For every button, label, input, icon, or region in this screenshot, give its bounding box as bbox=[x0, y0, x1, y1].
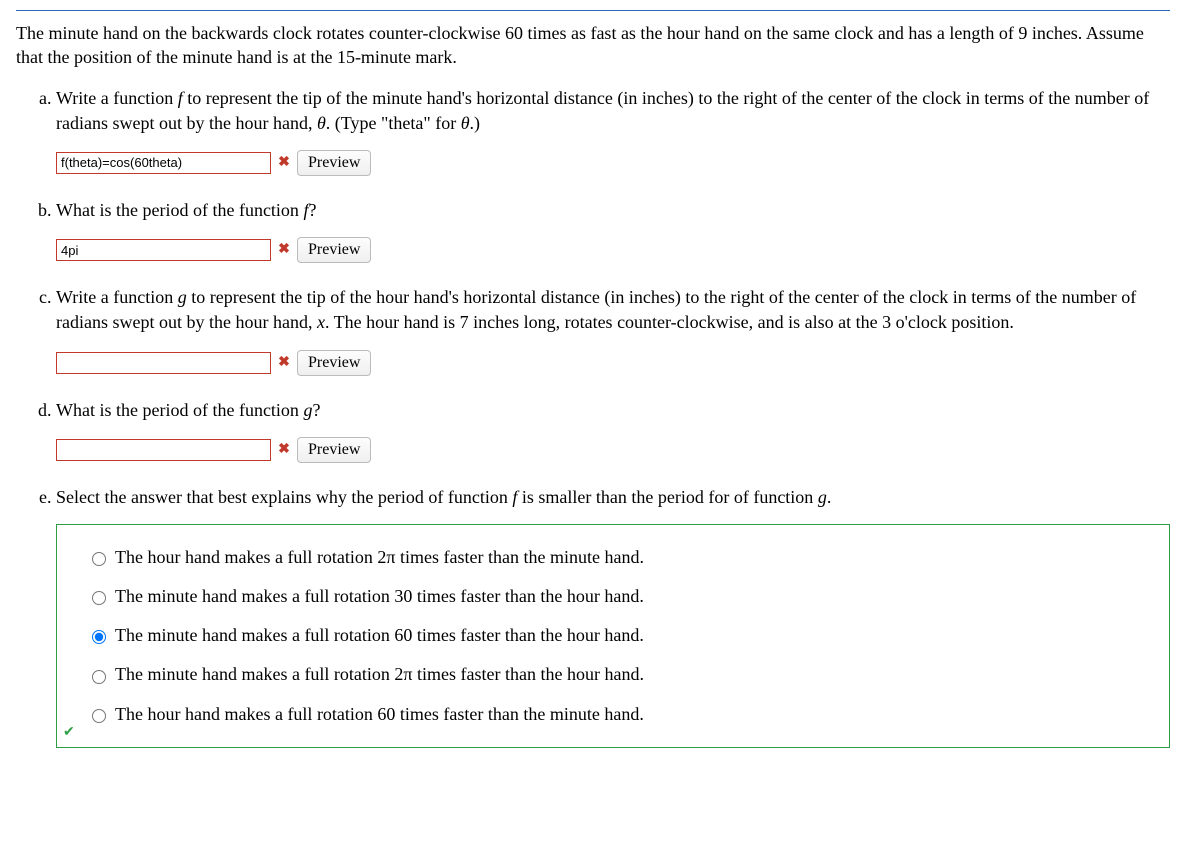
choice-label: The minute hand makes a full rotation 2π… bbox=[115, 662, 644, 687]
choice-label: The minute hand makes a full rotation 60… bbox=[115, 623, 644, 648]
part-c-input[interactable] bbox=[56, 352, 271, 374]
part-d-text: What is the period of the function g? bbox=[56, 400, 320, 420]
preview-button[interactable]: Preview bbox=[297, 150, 371, 176]
wrong-icon: ✖ bbox=[277, 440, 291, 460]
choice-radio-3[interactable] bbox=[92, 670, 106, 684]
part-e: Select the answer that best explains why… bbox=[56, 485, 1170, 748]
choice-row[interactable]: The minute hand makes a full rotation 2π… bbox=[87, 662, 1139, 687]
choice-radio-4[interactable] bbox=[92, 709, 106, 723]
wrong-icon: ✖ bbox=[277, 353, 291, 373]
part-b-input[interactable] bbox=[56, 239, 271, 261]
part-d: What is the period of the function g? ✖ … bbox=[56, 398, 1170, 463]
choice-row[interactable]: The minute hand makes a full rotation 60… bbox=[87, 623, 1139, 648]
choice-radio-0[interactable] bbox=[92, 552, 106, 566]
choice-box: The hour hand makes a full rotation 2π t… bbox=[56, 524, 1170, 748]
preview-button[interactable]: Preview bbox=[297, 350, 371, 376]
choice-radio-1[interactable] bbox=[92, 591, 106, 605]
choice-row[interactable]: The hour hand makes a full rotation 2π t… bbox=[87, 545, 1139, 570]
choice-label: The minute hand makes a full rotation 30… bbox=[115, 584, 644, 609]
problem-intro: The minute hand on the backwards clock r… bbox=[16, 21, 1170, 70]
choice-row[interactable]: The minute hand makes a full rotation 30… bbox=[87, 584, 1139, 609]
wrong-icon: ✖ bbox=[277, 240, 291, 260]
part-a: Write a function f to represent the tip … bbox=[56, 86, 1170, 176]
part-c: Write a function g to represent the tip … bbox=[56, 285, 1170, 375]
part-c-text: Write a function g to represent the tip … bbox=[56, 287, 1136, 332]
part-a-input[interactable] bbox=[56, 152, 271, 174]
choice-label: The hour hand makes a full rotation 60 t… bbox=[115, 702, 644, 727]
part-a-text: Write a function f to represent the tip … bbox=[56, 88, 1149, 133]
part-b-text: What is the period of the function f? bbox=[56, 200, 316, 220]
choice-label: The hour hand makes a full rotation 2π t… bbox=[115, 545, 644, 570]
preview-button[interactable]: Preview bbox=[297, 237, 371, 263]
choice-radio-2[interactable] bbox=[92, 630, 106, 644]
choice-row[interactable]: The hour hand makes a full rotation 60 t… bbox=[87, 702, 1139, 727]
preview-button[interactable]: Preview bbox=[297, 437, 371, 463]
part-d-input[interactable] bbox=[56, 439, 271, 461]
part-e-text: Select the answer that best explains why… bbox=[56, 487, 831, 507]
correct-icon: ✔ bbox=[63, 723, 75, 743]
wrong-icon: ✖ bbox=[277, 153, 291, 173]
part-b: What is the period of the function f? ✖ … bbox=[56, 198, 1170, 263]
